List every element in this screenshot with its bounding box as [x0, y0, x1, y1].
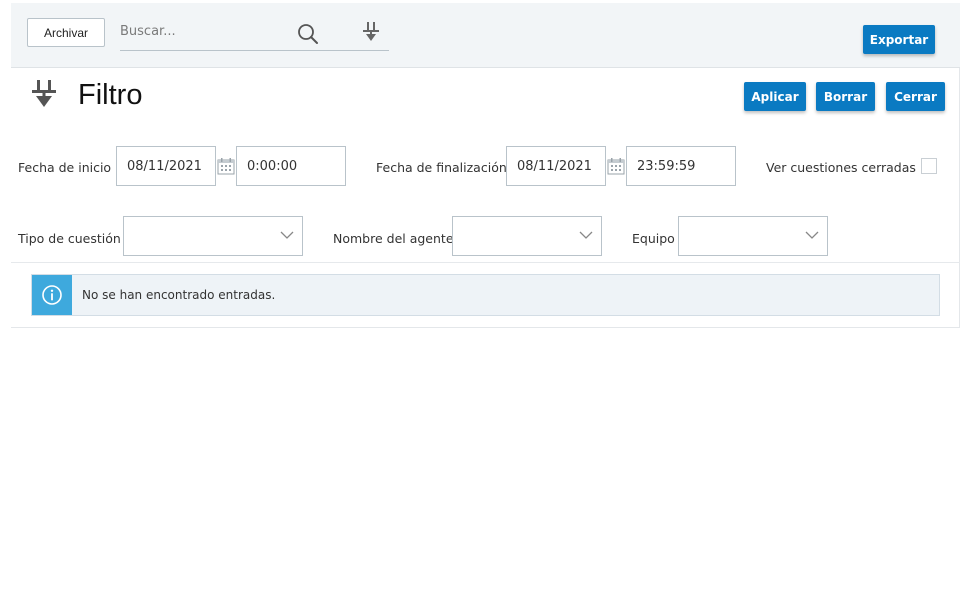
chevron-down-icon — [579, 231, 593, 239]
start-date-label: Fecha de inicio — [18, 160, 112, 175]
info-icon — [32, 275, 72, 315]
empty-results-text: No se han encontrado entradas. — [82, 288, 276, 302]
clear-button[interactable]: Borrar — [816, 82, 875, 111]
agent-name-label: Nombre del agente — [333, 231, 454, 246]
search-input[interactable] — [120, 19, 290, 43]
agent-name-select[interactable] — [452, 216, 602, 256]
team-select[interactable] — [678, 216, 828, 256]
show-closed-label: Ver cuestiones cerradas — [766, 160, 916, 175]
start-time-input[interactable] — [236, 146, 346, 186]
search-bar — [120, 13, 389, 51]
close-button[interactable]: Cerrar — [886, 82, 945, 111]
calendar-icon[interactable] — [217, 157, 235, 175]
end-date-label: Fecha de finalización — [376, 160, 507, 175]
divider — [11, 262, 960, 263]
chevron-down-icon — [280, 231, 294, 239]
filter-icon[interactable] — [361, 21, 381, 43]
start-date-input[interactable] — [116, 146, 216, 186]
end-date-input[interactable] — [506, 146, 606, 186]
search-icon[interactable] — [297, 23, 319, 45]
issue-type-label: Tipo de cuestión — [18, 231, 121, 246]
toolbar: Archivar Exportar — [11, 3, 960, 68]
end-time-input[interactable] — [626, 146, 736, 186]
panel-title: Filtro — [78, 79, 143, 111]
archive-button[interactable]: Archivar — [27, 18, 105, 47]
issue-type-select[interactable] — [123, 216, 303, 256]
export-button[interactable]: Exportar — [863, 25, 935, 54]
filter-icon — [32, 80, 56, 107]
show-closed-checkbox[interactable] — [921, 158, 937, 174]
calendar-icon[interactable] — [607, 157, 625, 175]
team-label: Equipo — [632, 231, 675, 246]
chevron-down-icon — [805, 231, 819, 239]
empty-results-message: No se han encontrado entradas. — [31, 274, 940, 316]
apply-button[interactable]: Aplicar — [744, 82, 806, 111]
